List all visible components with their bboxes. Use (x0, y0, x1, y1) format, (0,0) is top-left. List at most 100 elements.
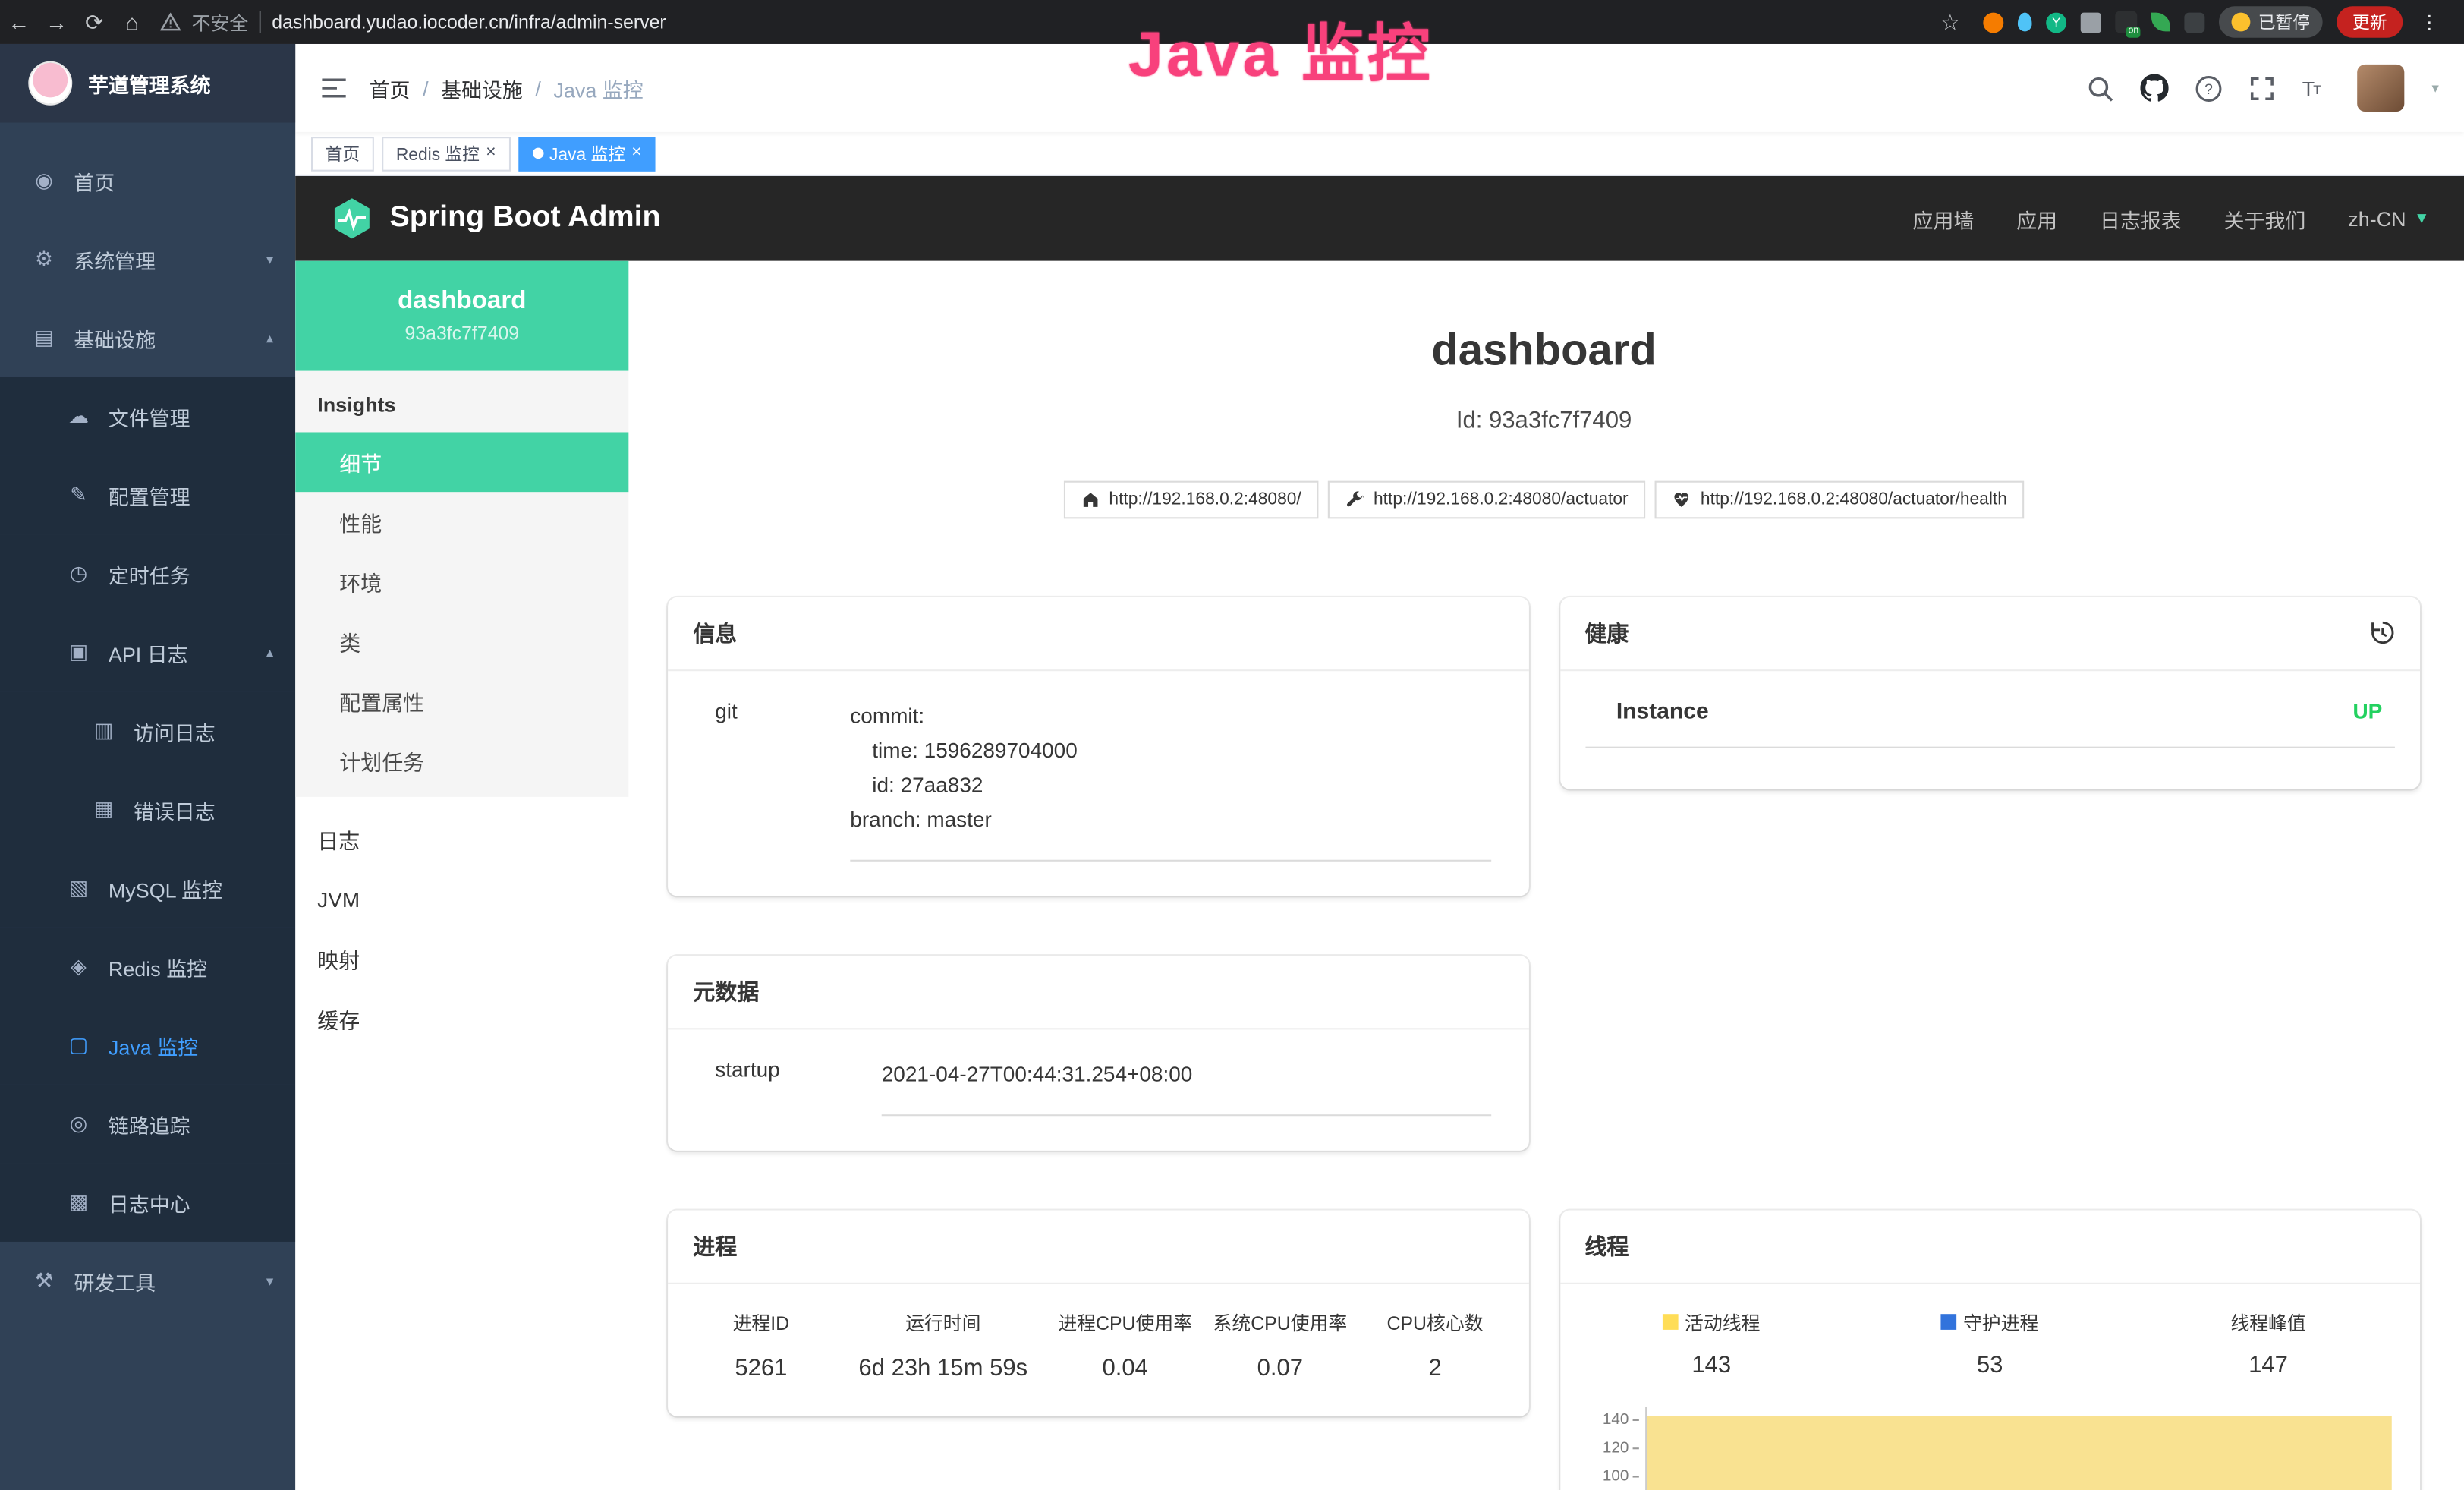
health-instance-label: Instance (1616, 699, 1709, 724)
chrome-update-button[interactable]: 更新 (2337, 6, 2403, 37)
health-url-link[interactable]: http://192.168.0.2:48080/actuator/health (1655, 480, 2025, 518)
sba-title: Spring Boot Admin (390, 201, 661, 236)
sidebar-item-redis[interactable]: ◈Redis 监控 (0, 928, 295, 1006)
help-icon[interactable]: ? (2196, 74, 2223, 101)
close-icon[interactable]: × (631, 145, 641, 162)
infra-submenu: ☁文件管理 ✎配置管理 ◷定时任务 ▣API 日志▴ ▥访问日志 ▦错误日志 ▧… (0, 377, 295, 1242)
user-avatar[interactable] (2358, 65, 2405, 112)
forward-icon[interactable]: → (38, 9, 76, 34)
breadcrumb-section[interactable]: 基础设施 (441, 73, 523, 102)
sidebar-item-trace[interactable]: ◎链路追踪 (0, 1085, 295, 1164)
nav-item-classes[interactable]: 类 (295, 612, 628, 672)
process-uptime: 运行时间 6d 23h 15m 59s (839, 1309, 1048, 1381)
chevron-up-icon: ▴ (266, 644, 273, 661)
github-icon[interactable] (2141, 74, 2169, 102)
nav-item-logs[interactable]: 日志 (295, 809, 628, 869)
hamburger-icon[interactable] (320, 77, 347, 99)
info-card-title: 信息 (668, 597, 1528, 670)
nav-item-mappings[interactable]: 映射 (295, 929, 628, 989)
sidebar-item-home[interactable]: ◉首页 (0, 141, 295, 220)
instance-sidebar: dashboard 93a3fc7f7409 Insights 细节 性能 环境… (295, 261, 628, 1490)
back-icon[interactable]: ← (0, 9, 38, 34)
sba-nav-applications[interactable]: 应用 (2016, 203, 2057, 233)
extension-dark-icon[interactable] (2184, 12, 2204, 33)
metadata-row: startup 2021-04-27T00:44:31.254+08:00 (668, 1029, 1528, 1150)
dashboard-icon: ◉ (31, 169, 56, 194)
instance-name: dashboard (398, 288, 526, 316)
actuator-url-link[interactable]: http://192.168.0.2:48080/actuator (1328, 480, 1645, 518)
health-card-title: 健康 (1584, 617, 1629, 648)
home-icon (1081, 490, 1100, 509)
sidebar-item-config[interactable]: ✎配置管理 (0, 456, 295, 535)
fullscreen-icon[interactable] (2249, 74, 2276, 101)
sidebar-item-job[interactable]: ◷定时任务 (0, 534, 295, 613)
url-text: dashboard.yudao.iocoder.cn/infra/admin-s… (272, 11, 666, 33)
nav-item-metrics[interactable]: 性能 (295, 492, 628, 552)
sidebar-item-system[interactable]: ⚙系统管理▾ (0, 220, 295, 299)
svg-text:?: ? (2205, 80, 2214, 97)
process-cpu: 进程CPU使用率 0.04 (1048, 1309, 1203, 1381)
bookmark-star-icon[interactable]: ☆ (1931, 8, 1969, 35)
chevron-up-icon: ▴ (266, 329, 273, 347)
screen: ← → ⟳ ⌂ 不安全 dashboard.yudao.iocoder.cn/i… (0, 0, 2464, 1490)
monitor-icon: ▤ (31, 326, 56, 351)
profile-paused-chip[interactable]: 已暂停 (2219, 6, 2323, 37)
nav-item-scheduledtasks[interactable]: 计划任务 (295, 731, 628, 791)
tab-redis[interactable]: Redis 监控× (382, 136, 510, 171)
nav-item-caches[interactable]: 缓存 (295, 989, 628, 1049)
extension-green-icon[interactable]: Y (2046, 12, 2066, 33)
chrome-menu-icon[interactable]: ⋮ (2420, 11, 2439, 33)
sidebar-item-infra[interactable]: ▤基础设施▴ (0, 298, 295, 377)
service-url-link[interactable]: http://192.168.0.2:48080/ (1063, 480, 1318, 518)
close-icon[interactable]: × (486, 145, 496, 162)
home-icon[interactable]: ⌂ (113, 9, 151, 34)
sba-language-select[interactable]: zh-CN ▼ (2348, 206, 2429, 230)
font-size-icon[interactable]: TT (2303, 75, 2331, 100)
sidebar-item-api-log[interactable]: ▣API 日志▴ (0, 613, 295, 692)
instance-details: dashboard Id: 93a3fc7f7409 http://192.16… (628, 261, 2464, 1490)
metadata-card: 元数据 startup 2021-04-27T00:44:31.254+08:0… (668, 956, 1528, 1151)
extension-on-icon[interactable]: on (2115, 11, 2137, 33)
sba-nav-journal[interactable]: 日志报表 (2100, 203, 2182, 233)
breadcrumb-home[interactable]: 首页 (370, 73, 411, 102)
legend-peak-threads: 线程峰值 147 (2129, 1309, 2408, 1378)
tab-java[interactable]: Java 监控× (518, 136, 656, 171)
sidebar-item-access-log[interactable]: ▥访问日志 (0, 691, 295, 770)
history-icon[interactable] (2368, 619, 2395, 646)
extension-drop-icon[interactable] (2018, 13, 2032, 32)
instance-header[interactable]: dashboard 93a3fc7f7409 (295, 261, 628, 371)
sidebar-item-java[interactable]: ▢Java 监控 (0, 1006, 295, 1085)
log-center-icon: ▩ (66, 1190, 91, 1215)
yellow-series-icon (1663, 1315, 1679, 1331)
avatar-caret-icon[interactable]: ▾ (2431, 80, 2438, 97)
app-logo-row[interactable]: 芋道管理系统 (0, 44, 295, 123)
nav-item-jvm[interactable]: JVM (295, 869, 628, 929)
sidebar-item-log-center[interactable]: ▩日志中心 (0, 1163, 295, 1242)
sidebar-item-devtools[interactable]: ⚒研发工具▾ (0, 1242, 295, 1321)
health-instance-row[interactable]: Instance UP (1584, 699, 2394, 748)
admin-sidebar: 芋道管理系统 ◉首页 ⚙系统管理▾ ▤基础设施▴ ☁文件管理 ✎配置管理 ◷定时… (0, 44, 295, 1490)
sidebar-item-file[interactable]: ☁文件管理 (0, 377, 295, 456)
health-card: 健康 Instance UP (1559, 597, 2420, 789)
sba-nav-about[interactable]: 关于我们 (2224, 203, 2306, 233)
nav-item-details[interactable]: 细节 (295, 432, 628, 492)
sidebar-item-error-log[interactable]: ▦错误日志 (0, 770, 295, 849)
reload-icon[interactable]: ⟳ (75, 8, 113, 35)
extension-icon[interactable] (1983, 12, 2003, 33)
svg-text:T: T (2303, 77, 2315, 100)
tab-home[interactable]: 首页 (311, 136, 374, 171)
java-monitor-icon: ▢ (66, 1033, 91, 1058)
sba-nav-wall[interactable]: 应用墙 (1913, 203, 1975, 233)
nav-item-configprops[interactable]: 配置属性 (295, 671, 628, 731)
address-bar[interactable]: 不安全 dashboard.yudao.iocoder.cn/infra/adm… (160, 8, 1931, 35)
instance-id-line: Id: 93a3fc7f7409 (668, 407, 2420, 433)
sidebar-item-mysql[interactable]: ▧MySQL 监控 (0, 849, 295, 928)
chevron-down-icon: ▼ (2414, 209, 2430, 227)
info-card: 信息 git commit: time: 1596289704000 id: 2… (668, 597, 1528, 895)
search-icon[interactable] (2088, 74, 2114, 101)
navbar-actions: ? TT ▾ (2088, 65, 2439, 112)
extension-leaf-icon[interactable] (2151, 13, 2170, 32)
nav-item-env[interactable]: 环境 (295, 552, 628, 612)
sba-brand[interactable]: Spring Boot Admin (330, 197, 661, 241)
extension-grid-icon[interactable] (2081, 12, 2101, 33)
